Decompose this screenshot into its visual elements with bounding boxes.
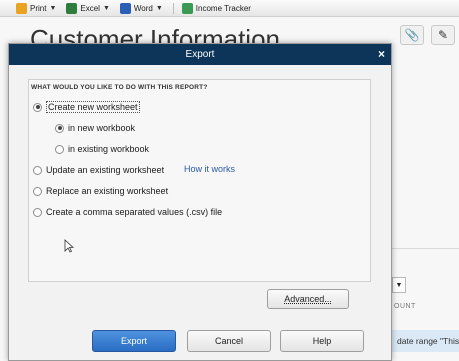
radio-update-existing-worksheet[interactable]: Update an existing worksheet xyxy=(33,165,164,175)
cancel-button[interactable]: Cancel xyxy=(187,330,271,352)
toolbar-excel-label: Excel xyxy=(80,3,100,13)
radio-selected-icon xyxy=(33,102,42,112)
chevron-down-icon: ▼ xyxy=(49,4,57,12)
advanced-button[interactable]: Advanced... xyxy=(267,289,349,309)
word-icon xyxy=(119,2,131,14)
dialog-titlebar[interactable]: Export × xyxy=(9,44,391,65)
toolbar-excel-button[interactable]: Excel ▼ xyxy=(66,2,110,14)
dialog-title: Export xyxy=(185,49,215,60)
close-icon[interactable]: × xyxy=(378,47,385,61)
help-button[interactable]: Help xyxy=(280,330,364,352)
paperclip-icon: 📎 xyxy=(404,28,420,42)
advanced-button-label: Advanced... xyxy=(284,294,332,304)
edit-button[interactable]: ✎ xyxy=(431,25,455,45)
toolbar-divider xyxy=(172,2,174,14)
option-label: Replace an existing worksheet xyxy=(46,186,169,196)
toolbar-income-tracker-label: Income Tracker xyxy=(195,3,251,13)
how-it-works-link[interactable]: How it works xyxy=(184,164,235,174)
export-dialog: Export × WHAT WOULD YOU LIKE TO DO WITH … xyxy=(8,43,392,361)
pencil-icon: ✎ xyxy=(437,28,449,42)
radio-unselected-icon xyxy=(33,165,42,175)
toolbar-print-button[interactable]: Print ▼ xyxy=(16,2,57,14)
radio-create-csv[interactable]: Create a comma separated values (.csv) f… xyxy=(33,207,222,217)
radio-unselected-icon xyxy=(33,207,42,217)
app-toolbar: Print ▼ Excel ▼ Word ▼ Income Tracker xyxy=(0,0,459,17)
toolbar-word-button[interactable]: Word ▼ xyxy=(119,2,163,14)
toolbar-print-label: Print xyxy=(30,3,47,13)
option-label: Create new worksheet xyxy=(46,101,140,113)
printer-icon xyxy=(16,2,27,14)
excel-icon xyxy=(66,2,78,14)
radio-unselected-icon xyxy=(33,186,42,196)
column-header-fragment: OUNT xyxy=(394,303,416,310)
radio-selected-icon xyxy=(55,123,64,133)
export-button-label: Export xyxy=(120,336,147,346)
option-label: Create a comma separated values (.csv) f… xyxy=(46,207,223,217)
cancel-button-label: Cancel xyxy=(214,336,243,346)
mouse-pointer-icon xyxy=(64,239,74,253)
option-label: in new workbook xyxy=(68,123,136,133)
attach-button[interactable]: 📎 xyxy=(400,25,424,45)
radio-in-existing-workbook[interactable]: in existing workbook xyxy=(55,144,149,154)
toolbar-income-tracker-button[interactable]: Income Tracker xyxy=(181,2,251,14)
toolbar-word-label: Word xyxy=(133,3,153,13)
option-label: Update an existing worksheet xyxy=(46,165,165,175)
help-button-label: Help xyxy=(312,336,332,346)
chevron-down-icon: ▼ xyxy=(395,281,403,289)
chevron-down-icon: ▼ xyxy=(102,4,110,12)
radio-in-new-workbook[interactable]: in new workbook xyxy=(55,123,135,133)
option-label: in existing workbook xyxy=(68,144,150,154)
background-dropdown[interactable]: ▼ xyxy=(392,277,406,293)
radio-unselected-icon xyxy=(55,144,64,154)
date-range-text: date range "This xyxy=(392,330,459,352)
radio-create-new-worksheet[interactable]: Create new worksheet xyxy=(33,101,140,113)
chevron-down-icon: ▼ xyxy=(155,4,163,12)
income-tracker-icon xyxy=(181,2,193,14)
radio-replace-existing-worksheet[interactable]: Replace an existing worksheet xyxy=(33,186,168,196)
export-button[interactable]: Export xyxy=(92,330,176,352)
group-label: WHAT WOULD YOU LIKE TO DO WITH THIS REPO… xyxy=(31,84,208,91)
